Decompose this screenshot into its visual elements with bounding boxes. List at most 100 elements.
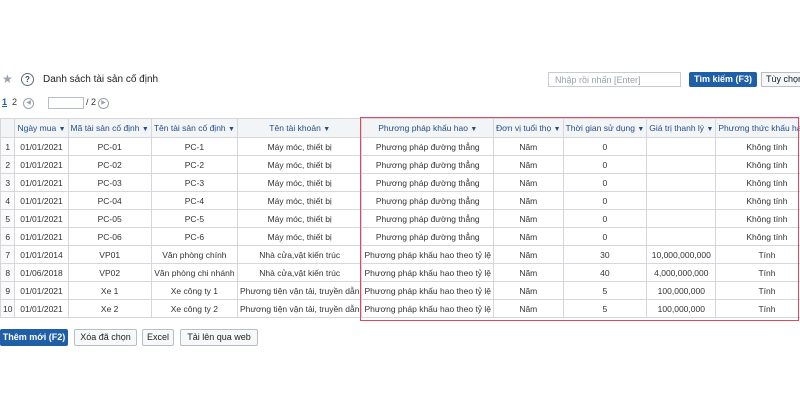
cell-mode: Không tính xyxy=(715,209,800,228)
col-header[interactable]: Giá trị thanh lý ▼ xyxy=(646,118,717,138)
cell-asset-name[interactable]: PC-3 xyxy=(150,173,238,192)
row-number[interactable]: 7 xyxy=(0,245,16,264)
options-button[interactable]: Tùy chọn xyxy=(761,72,800,87)
cell-method: Phương pháp khấu hao theo tỷ lệ xyxy=(361,281,495,300)
cell-asset-name[interactable]: Văn phòng chính xyxy=(150,245,238,264)
excel-button[interactable]: Excel xyxy=(142,329,174,346)
next-page-icon[interactable]: ▶ xyxy=(98,98,109,109)
select-all-cell[interactable] xyxy=(0,118,16,138)
col-header[interactable]: Ngày mua ▼ xyxy=(14,118,69,138)
cell-date: 01/01/2021 xyxy=(14,209,69,228)
cell-asset-code[interactable]: PC-04 xyxy=(67,191,152,210)
cell-period: 0 xyxy=(562,155,648,174)
page-current[interactable]: 1 xyxy=(2,97,7,107)
search-button[interactable]: Tìm kiếm (F3) xyxy=(689,72,757,87)
cell-method: Phương pháp đường thẳng xyxy=(361,173,495,192)
col-header[interactable]: Phương thức khấu hao ▼ xyxy=(715,118,800,138)
sort-caret-icon: ▼ xyxy=(228,126,235,133)
sort-caret-icon: ▼ xyxy=(323,126,331,133)
cell-period: 5 xyxy=(562,281,648,300)
col-header[interactable]: Tên tài khoản ▼ xyxy=(236,118,363,138)
cell-salvage xyxy=(646,137,717,156)
row-number[interactable]: 3 xyxy=(0,173,16,192)
cell-asset-name[interactable]: PC-1 xyxy=(150,137,238,156)
table-row[interactable]: 2 01/01/2021 PC-02 PC-2 Máy móc, thiết bị Phư… xyxy=(0,155,800,174)
col-header[interactable]: Đơn vị tuổi thọ ▼ xyxy=(493,118,564,138)
delete-selected-button[interactable]: Xóa đã chọn xyxy=(74,329,137,346)
cell-mode: Không tính xyxy=(715,173,800,192)
table-row[interactable]: 8 01/06/2018 VP02 Văn phòng chi nhánh Nhà cử… xyxy=(0,263,800,282)
row-number[interactable]: 2 xyxy=(0,155,16,174)
cell-salvage xyxy=(646,209,717,228)
row-number[interactable]: 1 xyxy=(0,137,16,156)
cell-asset-code[interactable]: PC-05 xyxy=(67,209,152,228)
star-icon[interactable]: ★ xyxy=(2,72,13,86)
cell-asset-code[interactable]: VP01 xyxy=(67,245,152,264)
table-row[interactable]: 5 01/01/2021 PC-05 PC-5 Máy móc, thiết bị Phư… xyxy=(0,209,800,228)
table-row[interactable]: 3 01/01/2021 PC-03 PC-3 Máy móc, thiết bị Phư… xyxy=(0,173,800,192)
cell-asset-code[interactable]: Xe 1 xyxy=(67,281,152,300)
cell-account: Phương tiện vận tải, truyền dẫn xyxy=(236,299,363,318)
prev-page-icon[interactable]: ◀ xyxy=(23,98,34,109)
cell-asset-name[interactable]: PC-2 xyxy=(150,155,238,174)
row-number[interactable]: 10 xyxy=(0,299,16,318)
add-new-button[interactable]: Thêm mới (F2) xyxy=(0,329,68,346)
cell-asset-code[interactable]: PC-02 xyxy=(67,155,152,174)
table-row[interactable]: 6 01/01/2021 PC-06 PC-6 Máy móc, thiết bị Phư… xyxy=(0,227,800,246)
row-number[interactable]: 9 xyxy=(0,281,16,300)
cell-salvage: 10,000,000,000 xyxy=(646,245,717,264)
row-number[interactable]: 5 xyxy=(0,209,16,228)
row-number[interactable]: 6 xyxy=(0,227,16,246)
cell-date: 01/01/2014 xyxy=(14,245,69,264)
col-header[interactable]: Phương pháp khấu hao ▼ xyxy=(361,118,495,138)
cell-asset-code[interactable]: PC-06 xyxy=(67,227,152,246)
cell-account: Nhà cửa,vật kiến trúc xyxy=(236,245,363,264)
sort-caret-icon: ▼ xyxy=(470,126,478,133)
cell-unit: Năm xyxy=(493,173,564,192)
cell-account: Nhà cửa,vật kiến trúc xyxy=(236,263,363,282)
cell-salvage: 4,000,000,000 xyxy=(646,263,717,282)
cell-unit: Năm xyxy=(493,281,564,300)
table-row[interactable]: 10 01/01/2021 Xe 2 Xe công ty 2 Phương tiện … xyxy=(0,299,800,318)
cell-asset-code[interactable]: PC-01 xyxy=(67,137,152,156)
cell-asset-name[interactable]: PC-6 xyxy=(150,227,238,246)
search-input[interactable]: Nhập rồi nhấn [Enter] xyxy=(548,72,681,87)
cell-asset-name[interactable]: Xe công ty 2 xyxy=(150,299,238,318)
table-row[interactable]: 4 01/01/2021 PC-04 PC-4 Máy móc, thiết bị Phư… xyxy=(0,191,800,210)
upload-web-button[interactable]: Tải lên qua web xyxy=(180,329,258,346)
cell-method: Phương pháp đường thẳng xyxy=(361,191,495,210)
cell-account: Máy móc, thiết bị xyxy=(236,137,363,156)
row-number[interactable]: 4 xyxy=(0,191,16,210)
cell-date: 01/01/2021 xyxy=(14,173,69,192)
cell-mode: Không tính xyxy=(715,191,800,210)
page-2-link[interactable]: 2 xyxy=(12,97,17,107)
row-number[interactable]: 8 xyxy=(0,263,16,282)
table-row[interactable]: 1 01/01/2021 PC-01 PC-1 Máy móc, thiết bị Phư… xyxy=(0,137,800,156)
cell-asset-name[interactable]: PC-4 xyxy=(150,191,238,210)
page-total: / 2 xyxy=(86,97,97,107)
col-header[interactable]: Thời gian sử dụng ▼ xyxy=(562,118,648,138)
cell-unit: Năm xyxy=(493,155,564,174)
page-number-input[interactable] xyxy=(48,97,84,109)
cell-asset-name[interactable]: Xe công ty 1 xyxy=(150,281,238,300)
cell-date: 01/01/2021 xyxy=(14,191,69,210)
cell-unit: Năm xyxy=(493,191,564,210)
help-icon[interactable]: ? xyxy=(21,73,34,86)
table-row[interactable]: 9 01/01/2021 Xe 1 Xe công ty 1 Phương tiện v… xyxy=(0,281,800,300)
cell-asset-name[interactable]: Văn phòng chi nhánh xyxy=(150,263,238,282)
cell-period: 0 xyxy=(562,209,648,228)
cell-period: 0 xyxy=(562,137,648,156)
cell-method: Phương pháp đường thẳng xyxy=(361,155,495,174)
cell-asset-name[interactable]: PC-5 xyxy=(150,209,238,228)
cell-account: Máy móc, thiết bị xyxy=(236,227,363,246)
cell-method: Phương pháp khấu hao theo tỷ lệ xyxy=(361,245,495,264)
col-header[interactable]: Tên tài sản cố định ▼ xyxy=(150,118,238,138)
cell-asset-code[interactable]: VP02 xyxy=(67,263,152,282)
sort-caret-icon: ▼ xyxy=(141,126,149,133)
col-header[interactable]: Mã tài sản cố định ▼ xyxy=(67,118,152,138)
cell-mode: Tính xyxy=(715,299,800,318)
cell-account: Máy móc, thiết bị xyxy=(236,173,363,192)
table-row[interactable]: 7 01/01/2014 VP01 Văn phòng chính Nhà cửa,vậ… xyxy=(0,245,800,264)
cell-asset-code[interactable]: Xe 2 xyxy=(67,299,152,318)
cell-asset-code[interactable]: PC-03 xyxy=(67,173,152,192)
